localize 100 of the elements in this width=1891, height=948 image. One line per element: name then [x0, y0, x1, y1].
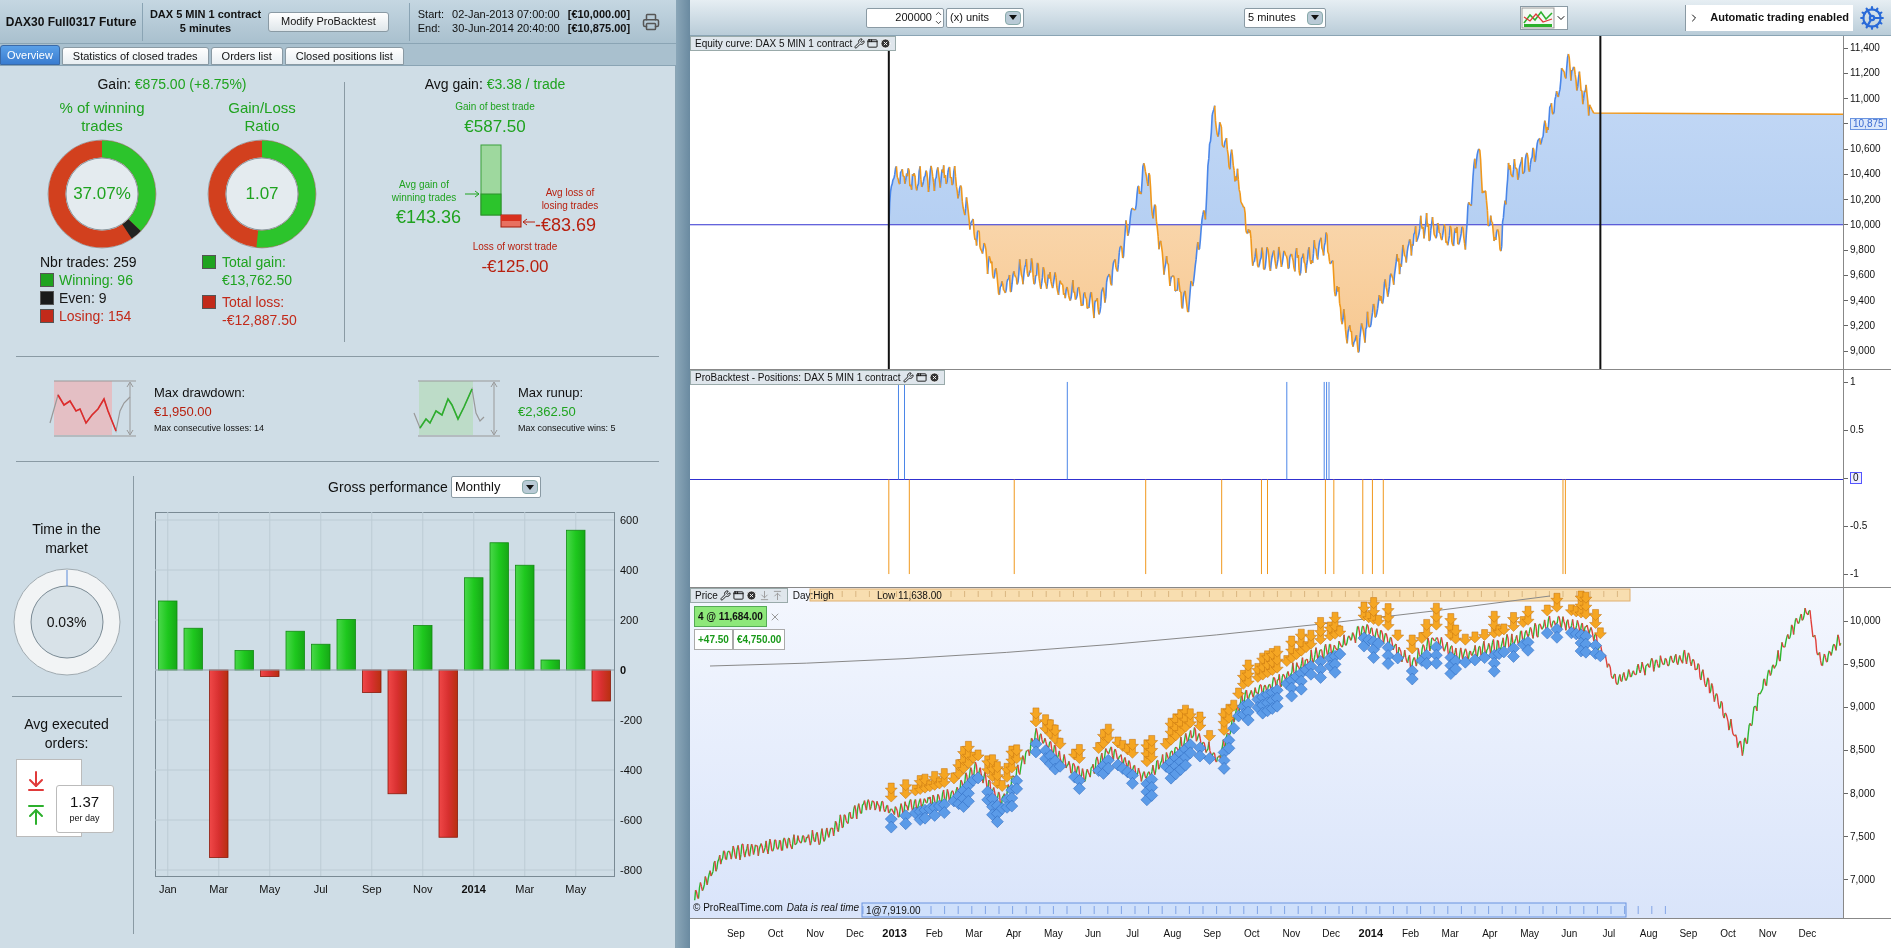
axis-label: Jun	[1083, 927, 1103, 941]
axis-label: Jul	[313, 883, 328, 895]
axis-label: 7,000	[1850, 874, 1876, 885]
axis-label: Dec	[1797, 927, 1818, 941]
donut-title: Gain/Loss Ratio	[227, 99, 297, 136]
legend-value: €13,762.50	[222, 271, 293, 289]
axis-label: 2014	[1357, 926, 1385, 942]
tab[interactable]: Statistics of closed trades	[61, 47, 209, 65]
axis-label: Nov	[1281, 927, 1302, 941]
timeframe-label: 5 minutes	[179, 21, 232, 36]
indicator-button[interactable]	[1520, 5, 1568, 30]
axis-label: Sep	[1202, 927, 1222, 941]
axis-label: Mar	[1440, 927, 1460, 941]
axis-label: Oct	[766, 927, 785, 941]
dropdown-caret-icon[interactable]	[521, 480, 538, 494]
axis-label: 11,400	[1850, 43, 1880, 53]
settings-icon[interactable]	[854, 38, 866, 49]
bar	[183, 627, 203, 671]
avg-orders-title: Avg executed orders:	[23, 715, 110, 753]
window-icon[interactable]	[867, 38, 879, 49]
bar	[285, 630, 305, 671]
tab[interactable]: Closed positions list	[284, 47, 404, 65]
runup-value: €2,362.50	[518, 403, 577, 422]
units-select[interactable]: (x) units	[946, 7, 1024, 28]
donut-value: 37.07%	[73, 183, 131, 206]
drawdown-value: €1,950.00	[154, 403, 213, 422]
modify-button[interactable]: Modify ProBacktest	[268, 11, 389, 32]
period-select[interactable]: Monthly	[450, 476, 541, 498]
axis-label: -600	[620, 814, 643, 826]
axis-label: Sep	[725, 927, 746, 941]
quantity-field[interactable]: 200000	[866, 7, 944, 28]
bar	[234, 650, 254, 671]
axis-label: Feb	[1400, 927, 1421, 941]
worst-trade-label: Loss of worst trade	[472, 239, 558, 254]
runup-title: Max runup:	[518, 383, 585, 402]
dropdown-caret-icon[interactable]	[1307, 10, 1323, 25]
gears-icon[interactable]	[1859, 4, 1885, 31]
bar	[158, 600, 178, 671]
position-label: 4 @ 11,684.00	[694, 606, 767, 627]
tab[interactable]: Orders list	[210, 47, 283, 65]
axis-label: Oct	[1243, 927, 1261, 941]
dropdown-caret-icon[interactable]	[1005, 10, 1021, 25]
gain-value: €875.00 (+8.75%)	[134, 76, 247, 92]
settings-icon[interactable]	[902, 372, 914, 383]
axis-label: Apr	[1481, 927, 1499, 941]
end-time: 30-Jun-2014 20:40:00	[452, 21, 560, 36]
axis-label: 600	[620, 514, 639, 526]
drawdown-note: Max consecutive losses: 14	[154, 421, 266, 435]
gross-performance-title: Gross performance	[328, 477, 448, 497]
axis-label: 10,200	[1850, 194, 1881, 205]
axis-label: 9,800	[1850, 245, 1876, 255]
bar	[362, 669, 382, 693]
legend-value: -€12,887.50	[222, 311, 297, 329]
timeframe-select[interactable]: 5 minutes	[1244, 7, 1326, 28]
instrument-name: DAX30 Full0317 Future	[4, 13, 138, 31]
axis-label: May	[1519, 927, 1541, 941]
axis-label: 10,600	[1850, 144, 1881, 154]
end-capital: [€10,875.00]	[567, 21, 631, 36]
start-capital: [€10,000.00]	[567, 7, 631, 22]
donut-title: % of winning trades	[58, 99, 146, 136]
axis-label: Mar	[209, 883, 229, 895]
axis-label: May	[565, 883, 587, 895]
current-value-label: 10,875	[1850, 117, 1887, 130]
trade-count: Nbr trades: 259	[40, 253, 137, 271]
axis-label: 2014	[461, 883, 486, 895]
settings-icon[interactable]	[719, 590, 731, 601]
close-icon[interactable]	[880, 38, 892, 49]
axis-label: Sep	[1678, 927, 1699, 941]
system-name: DAX 5 MIN 1 contract	[149, 7, 262, 22]
window-icon[interactable]	[915, 372, 927, 383]
axis-label: -400	[620, 764, 643, 776]
close-icon[interactable]	[745, 590, 757, 601]
axis-label: 0	[1850, 472, 1862, 484]
window-icon[interactable]	[732, 590, 744, 601]
axis-label: 10,000	[1850, 219, 1881, 230]
axis-label: 2013	[881, 926, 908, 942]
bar	[540, 659, 560, 671]
axis-label: Jan	[158, 883, 177, 895]
axis-label: Jul	[1125, 927, 1141, 941]
avg-loss-value: -€83.69	[535, 213, 597, 237]
axis-label: May	[259, 883, 281, 895]
axis-label: Oct	[1719, 927, 1737, 941]
axis-label: -1	[1850, 569, 1859, 579]
axis-label: -0.5	[1850, 521, 1868, 531]
time-in-market-value: 0.03%	[46, 612, 87, 632]
axis-label: 10,400	[1850, 169, 1881, 180]
axis-label: Mar	[515, 883, 535, 895]
avg-gain-label: Avg gain:	[424, 76, 483, 92]
axis-label: 8,000	[1850, 788, 1876, 799]
axis-label: 0	[620, 664, 627, 676]
runup-note: Max consecutive wins: 5	[518, 421, 616, 435]
donut-value: 1.07	[245, 183, 279, 206]
orders-rate-value: 1.37	[69, 792, 100, 812]
points-label: +47.50	[694, 629, 733, 650]
axis-label: May	[1042, 927, 1064, 941]
axis-label: Aug	[1638, 927, 1659, 941]
bar	[591, 669, 611, 702]
axis-label: Dec	[845, 927, 865, 941]
printer-icon[interactable]	[642, 12, 661, 31]
close-icon[interactable]	[928, 372, 940, 383]
